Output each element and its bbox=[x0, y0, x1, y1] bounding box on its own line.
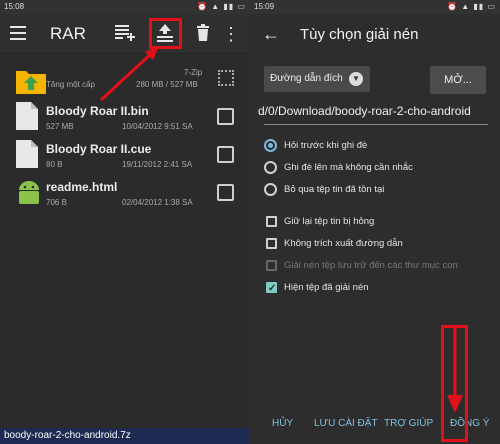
file-name: Bloody Roar II.cue bbox=[46, 142, 152, 156]
file-date: 10/04/2012 9:51 SA bbox=[122, 122, 193, 131]
annotation-arrow-down-icon bbox=[447, 325, 463, 413]
help-button[interactable]: TRỢ GIÚP bbox=[384, 418, 433, 429]
list-item-file[interactable]: Bloody Roar II.bin 527 MB 10/04/2012 9:5… bbox=[0, 100, 250, 138]
option-label: Không trích xuất đường dẫn bbox=[284, 238, 403, 249]
save-settings-button[interactable]: LƯU CÀI ĐẶT bbox=[314, 418, 378, 429]
destination-path-dropdown[interactable]: Đường dẫn đích ▼ bbox=[264, 66, 370, 92]
parent-folder-label: Tăng một cấp bbox=[46, 80, 95, 89]
document-icon bbox=[16, 140, 42, 170]
browse-button[interactable]: MỞ... bbox=[430, 66, 486, 94]
file-size: 80 B bbox=[46, 160, 63, 169]
rar-file-browser-screen: 15:08 ⏰ ▲ ▮▮ ▭ RAR ⋮ Tăng một cấp 7-Zip … bbox=[0, 0, 250, 444]
option-label: Hiện tệp đã giải nén bbox=[284, 282, 369, 293]
archive-size: 280 MB / 527 MB bbox=[136, 80, 198, 89]
checkbox[interactable] bbox=[266, 280, 277, 298]
archive-name-bar: boody-roar-2-cho-android.7z bbox=[0, 428, 250, 444]
page-title: Tùy chọn giải nén bbox=[300, 26, 419, 43]
list-item-file[interactable]: readme.html 706 B 02/04/2012 1:38 SA bbox=[0, 176, 250, 214]
status-bar: 15:09 ⏰ ▲ ▮▮ ▭ bbox=[250, 0, 500, 14]
back-arrow-icon[interactable]: ← bbox=[262, 24, 280, 45]
file-name: readme.html bbox=[46, 180, 118, 194]
option-label: Giải nén tệp lưu trữ đến các thư mục con bbox=[284, 260, 458, 271]
file-size: 706 B bbox=[46, 198, 67, 207]
archive-name: boody-roar-2-cho-android.7z bbox=[4, 430, 131, 441]
radio-button[interactable] bbox=[264, 161, 277, 174]
status-icons: ⏰ ▲ ▮▮ ▭ bbox=[447, 2, 496, 11]
app-title: RAR bbox=[50, 24, 86, 43]
file-checkbox[interactable] bbox=[217, 184, 234, 201]
file-checkbox[interactable] bbox=[217, 146, 234, 163]
destination-path-input[interactable]: d/0/Download/boody-roar-2-cho-android bbox=[258, 104, 498, 124]
delete-icon[interactable] bbox=[190, 22, 216, 46]
status-icons: ⏰ ▲ ▮▮ ▭ bbox=[197, 2, 246, 11]
folder-up-icon bbox=[16, 66, 46, 96]
path-underline bbox=[264, 124, 488, 125]
file-name: Bloody Roar II.bin bbox=[46, 104, 149, 118]
android-icon bbox=[16, 178, 42, 208]
chevron-down-icon: ▼ bbox=[349, 72, 363, 86]
select-all-icon[interactable] bbox=[218, 70, 234, 86]
option-label: Ghi đè lên mà không cần nhắc bbox=[284, 162, 413, 173]
status-bar: 15:08 ⏰ ▲ ▮▮ ▭ bbox=[0, 0, 250, 14]
more-options-icon[interactable]: ⋮ bbox=[222, 22, 240, 46]
list-item-parent-folder[interactable]: Tăng một cấp 7-Zip 280 MB / 527 MB bbox=[0, 64, 250, 102]
option-label: Bỏ qua tệp tin đã tồn tại bbox=[284, 184, 385, 195]
file-date: 02/04/2012 1:38 SA bbox=[122, 198, 193, 207]
checkbox bbox=[266, 260, 277, 271]
status-time: 15:08 bbox=[4, 2, 25, 11]
file-date: 19/11/2012 2:41 SA bbox=[122, 160, 193, 169]
document-icon bbox=[16, 102, 42, 132]
archive-type: 7-Zip bbox=[184, 68, 203, 77]
cancel-button[interactable]: HỦY bbox=[272, 418, 293, 429]
hamburger-menu-icon[interactable] bbox=[10, 26, 26, 40]
destination-label: Đường dẫn đích bbox=[270, 73, 343, 84]
option-label: Giữ lại tệp tin bị hỏng bbox=[284, 216, 375, 227]
checkbox[interactable] bbox=[266, 216, 277, 227]
list-item-file[interactable]: Bloody Roar II.cue 80 B 19/11/2012 2:41 … bbox=[0, 138, 250, 176]
file-checkbox[interactable] bbox=[217, 108, 234, 125]
option-label: Hỏi trước khi ghi đè bbox=[284, 140, 368, 151]
radio-button[interactable] bbox=[264, 183, 277, 196]
checkbox[interactable] bbox=[266, 238, 277, 249]
file-size: 527 MB bbox=[46, 122, 74, 131]
status-time: 15:09 bbox=[254, 2, 275, 11]
radio-button[interactable] bbox=[264, 139, 277, 152]
